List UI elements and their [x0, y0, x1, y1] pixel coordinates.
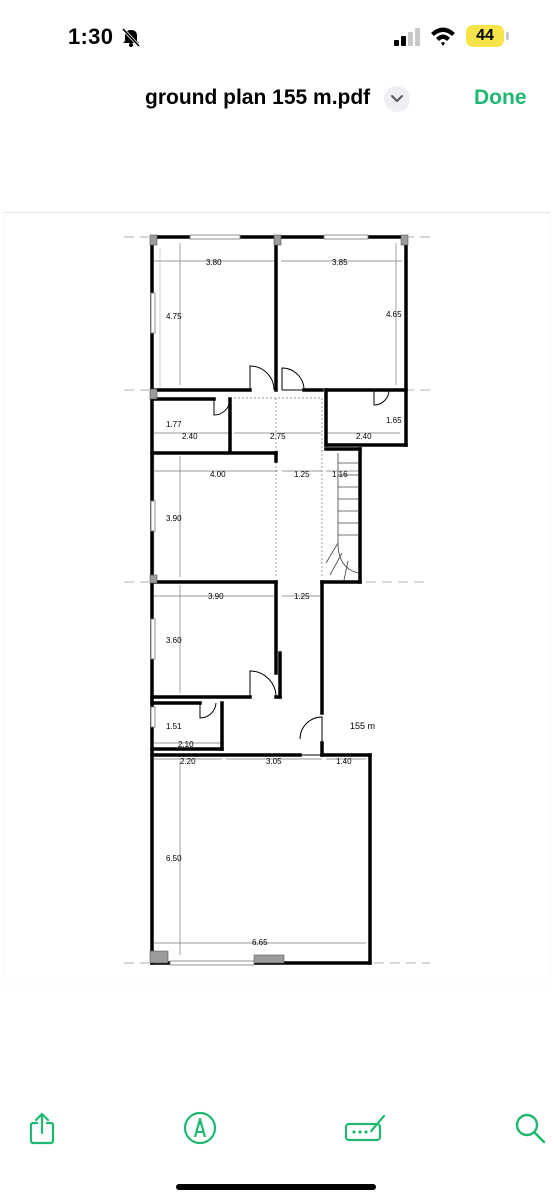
dim-hall-right-height: 1.65 [386, 416, 402, 425]
signature-icon[interactable] [344, 1110, 388, 1146]
dim-corridor-width-2: 1.25 [294, 592, 310, 601]
share-icon[interactable] [24, 1110, 60, 1146]
floor-plan-drawing: 3.80 3.85 4.75 4.65 1.77 2.40 2.75 2.40 … [124, 234, 430, 966]
title-menu-button[interactable] [384, 86, 410, 112]
dim-bottom-seg-3: 1.40 [336, 757, 352, 766]
home-indicator [176, 1184, 376, 1190]
dim-stair-width: 1.16 [332, 470, 348, 479]
dim-top-left-height: 4.75 [166, 312, 182, 321]
dim-lower-room-width: 3.90 [208, 592, 224, 601]
dim-hall-right-width: 2.40 [356, 432, 372, 441]
dim-hall-left-height: 1.77 [166, 420, 182, 429]
dim-big-room-height: 6.50 [166, 854, 182, 863]
dim-top-right-height: 4.65 [386, 310, 402, 319]
chevron-down-icon [391, 95, 403, 102]
pdf-page[interactable]: 3.80 3.85 4.75 4.65 1.77 2.40 2.75 2.40 … [4, 212, 550, 983]
battery-icon: 44 [466, 25, 510, 49]
dim-corridor-width-1: 1.25 [294, 470, 310, 479]
dim-hall-left-width: 2.40 [182, 432, 198, 441]
wifi-icon [431, 27, 455, 46]
dim-bottom-seg-1: 2.20 [180, 757, 196, 766]
document-title[interactable]: ground plan 155 m.pdf [145, 86, 370, 110]
area-label: 155 m [350, 721, 375, 731]
dim-small-room-height: 1.51 [166, 722, 182, 731]
search-icon[interactable] [512, 1110, 548, 1146]
dim-top-right-width: 3.85 [332, 258, 348, 267]
markup-icon[interactable] [182, 1110, 218, 1146]
walls [150, 235, 408, 965]
dim-mid-room-height: 3.90 [166, 514, 182, 523]
battery-cap [506, 32, 509, 40]
nav-bar: ground plan 155 m.pdf Done [0, 70, 554, 130]
cellular-signal-icon [394, 28, 420, 46]
dim-mid-room-width: 4.00 [210, 470, 226, 479]
windows [150, 234, 369, 966]
status-time: 1:30 [68, 24, 114, 49]
done-button[interactable]: Done [474, 86, 527, 110]
dimension-lines [153, 243, 402, 955]
dim-small-room-width: 2.10 [178, 740, 194, 749]
dimension-labels: 3.80 3.85 4.75 4.65 1.77 2.40 2.75 2.40 … [166, 258, 402, 947]
bell-slash-icon [121, 27, 141, 48]
dim-lower-room-height: 3.60 [166, 636, 182, 645]
dim-top-left-width: 3.80 [206, 258, 222, 267]
bottom-toolbar [0, 1100, 554, 1160]
dim-hall-mid-width: 2.75 [270, 432, 286, 441]
battery-level: 44 [466, 25, 504, 47]
status-bar: 1:30 44 [0, 0, 554, 70]
dim-bottom-seg-2: 3.05 [266, 757, 282, 766]
dim-big-room-width: 6.65 [252, 938, 268, 947]
